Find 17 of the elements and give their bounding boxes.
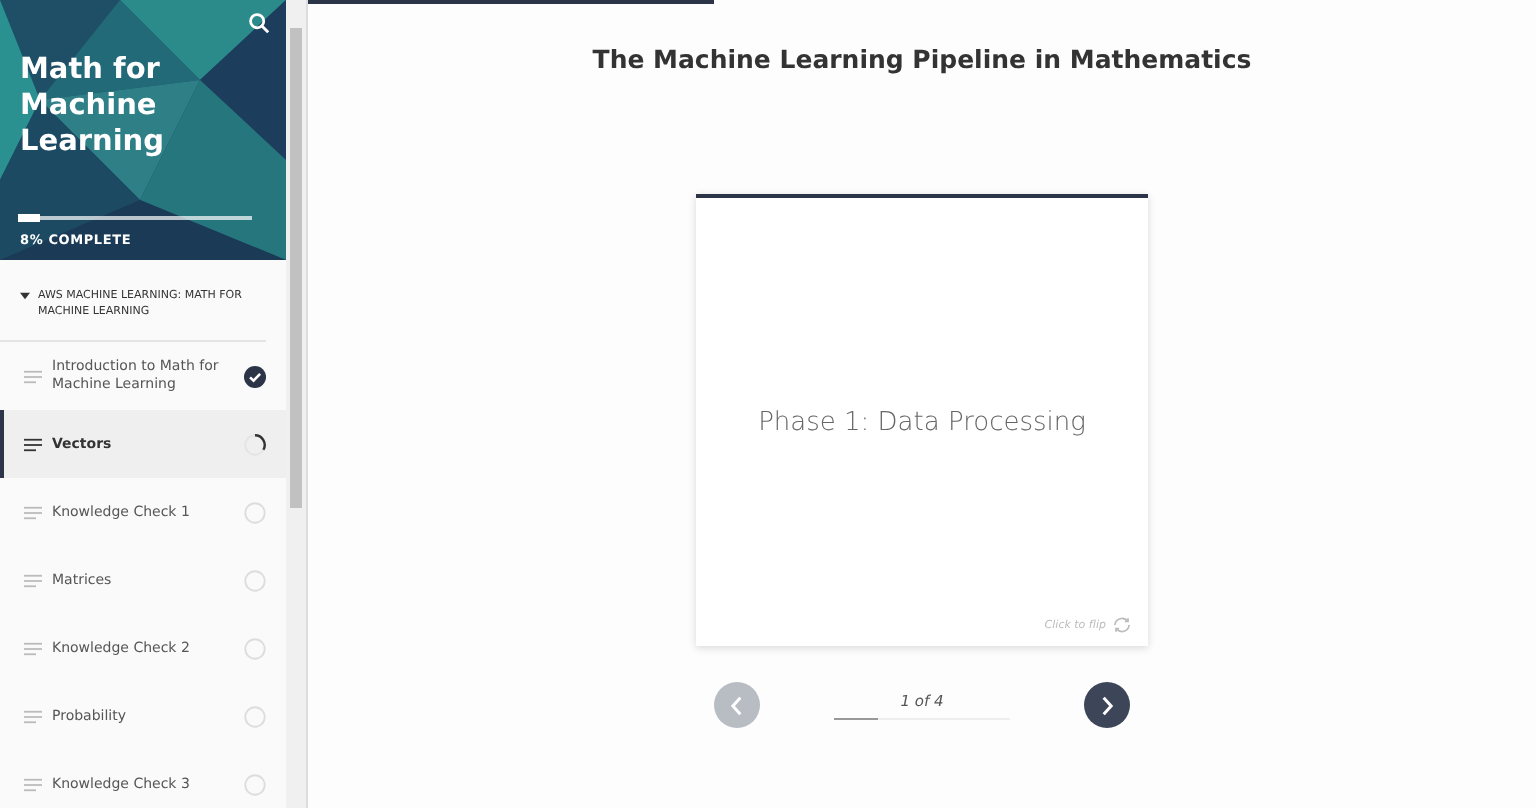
lines-icon [24,505,42,519]
lines-icon [24,573,42,587]
lines-icon [24,369,42,383]
lines-icon [24,777,42,791]
caret-icon [20,292,30,300]
lines-icon [24,641,42,655]
card-text: Phase 1: Data Processing [756,407,1088,437]
lesson-title: The Machine Learning Pipeline in Mathematics [592,44,1252,74]
flip-icon[interactable] [1112,616,1132,634]
chevron-left-icon [730,695,744,715]
lines-icon [24,709,42,723]
search-icon[interactable] [248,12,270,34]
scrollbar[interactable] [286,0,306,808]
lines-icon [24,437,42,451]
chevron-right-icon [1100,695,1114,715]
course-title: Math for Machine Learning [20,52,167,162]
next-button[interactable] [1084,682,1130,728]
